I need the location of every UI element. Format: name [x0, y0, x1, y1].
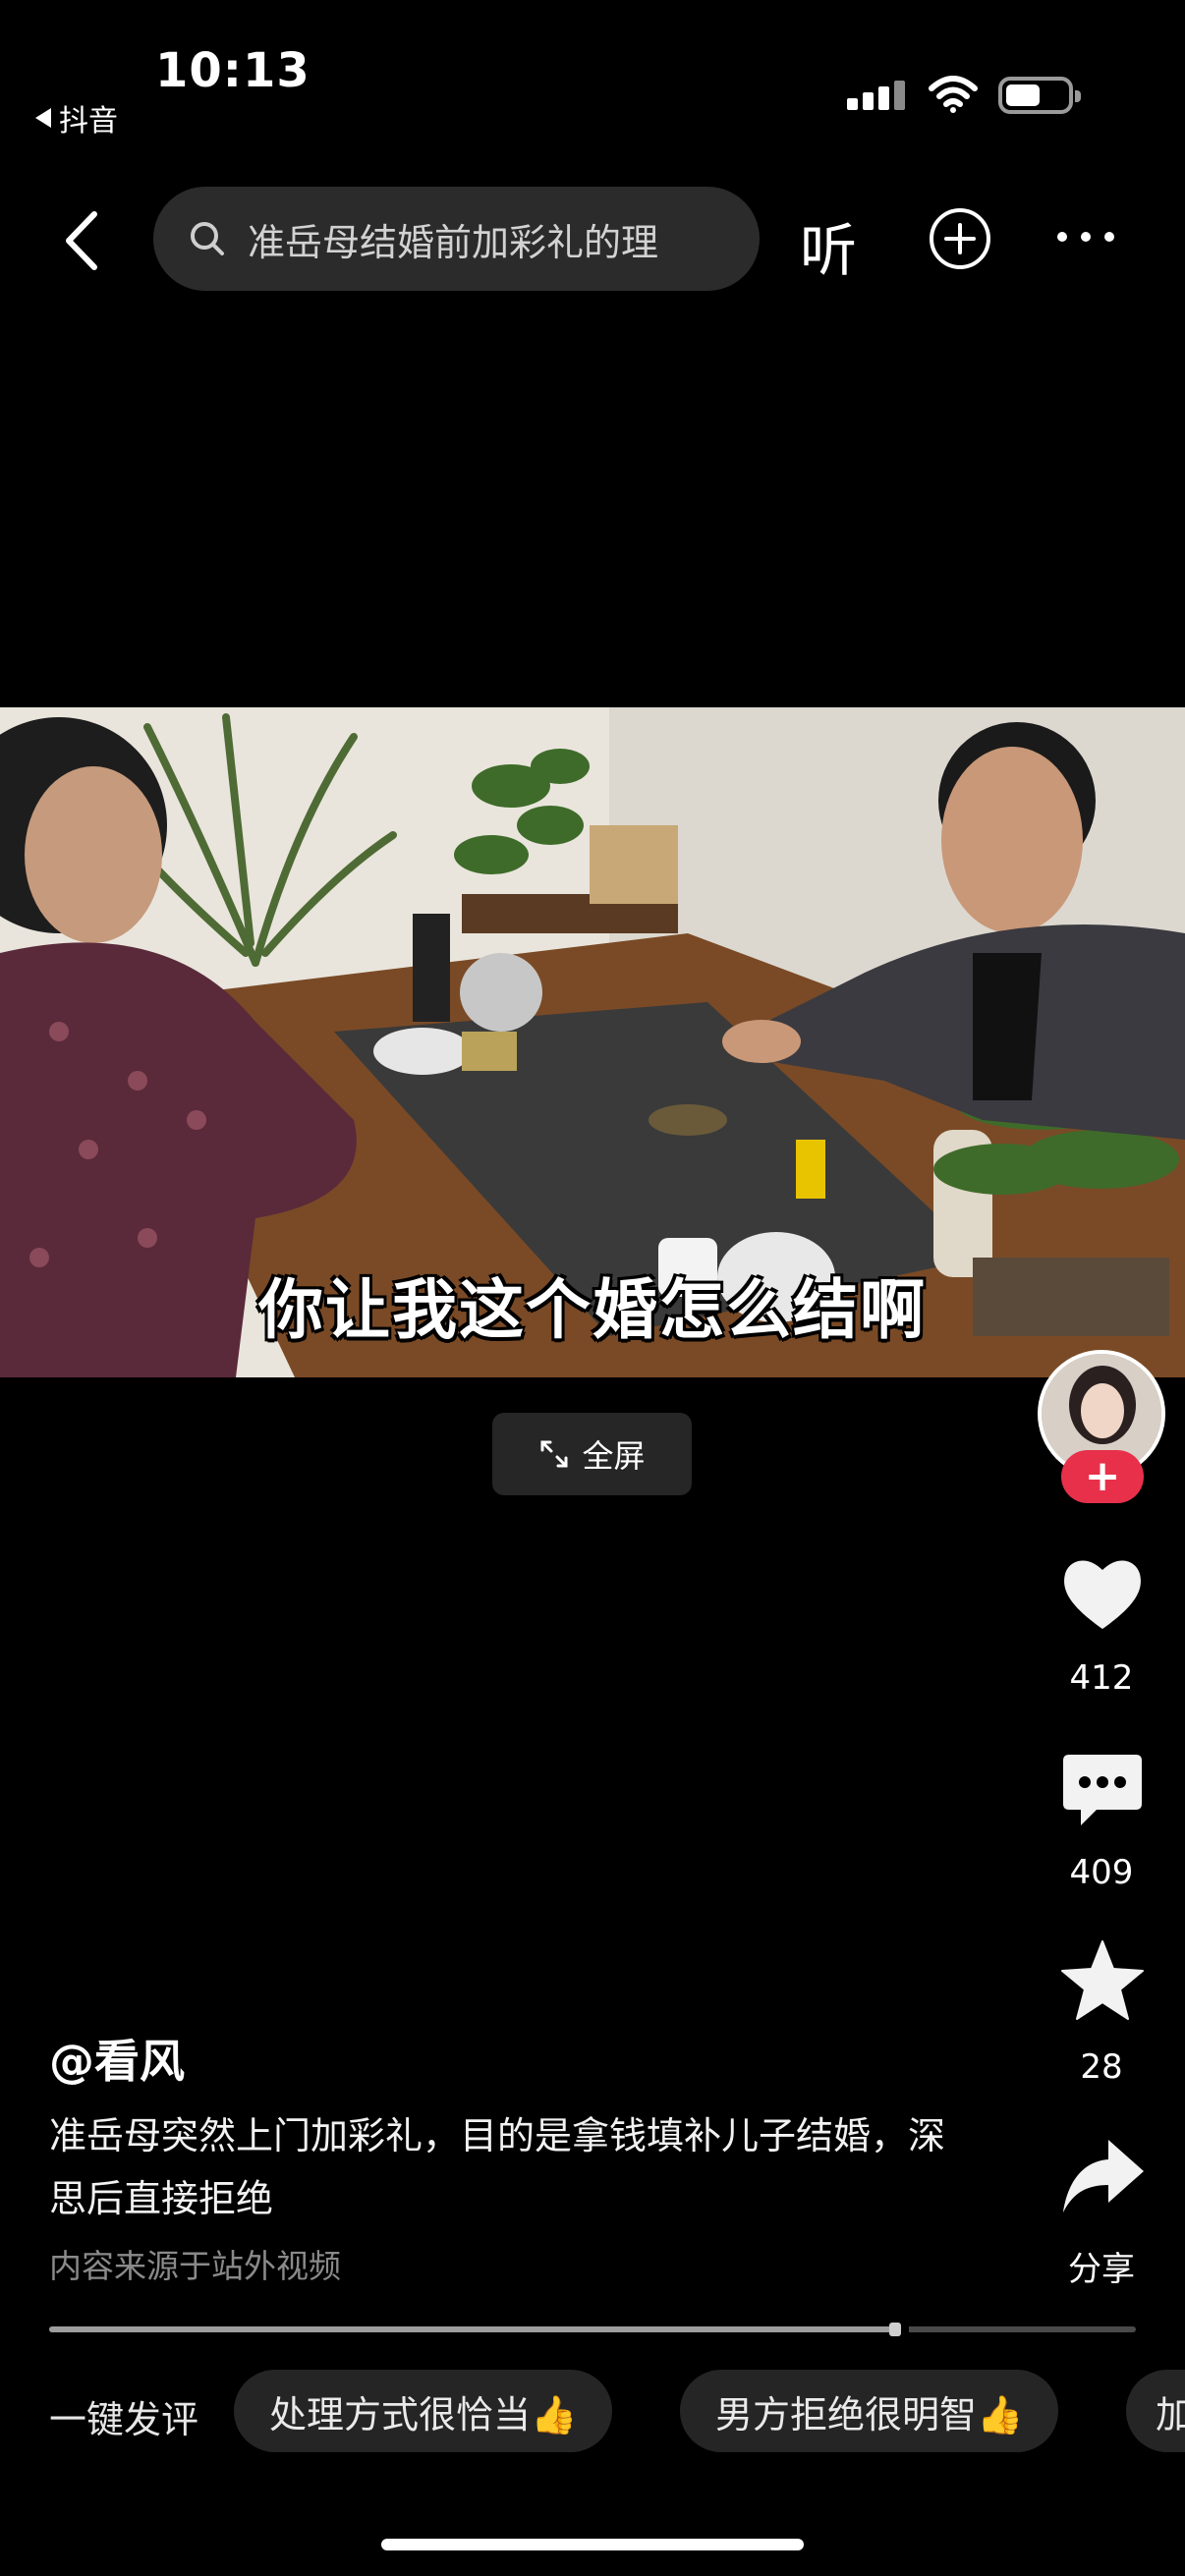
add-circle-icon[interactable] [928, 206, 992, 271]
search-bar[interactable]: 准岳母结婚前加彩礼的理 [153, 187, 760, 291]
search-icon [191, 222, 224, 255]
status-time: 10:13 [155, 43, 310, 98]
listen-button[interactable]: 听 [800, 204, 857, 287]
fullscreen-button[interactable]: 全屏 [492, 1413, 692, 1495]
comment-bubble-icon[interactable] [1059, 1747, 1146, 1833]
battery-icon [998, 77, 1081, 114]
author-name[interactable]: @看风 [49, 2026, 185, 2091]
back-to-app-link[interactable]: 抖音 [35, 96, 118, 140]
progress-handle[interactable] [889, 2323, 901, 2336]
back-chevron-icon[interactable] [57, 206, 106, 275]
like-heart-icon[interactable] [1059, 1550, 1146, 1637]
quick-comment-chip[interactable]: 加 [1126, 2370, 1185, 2452]
search-query-text: 准岳母结婚前加彩礼的理 [248, 220, 659, 264]
video-description: 准岳母突然上门加彩礼，目的是拿钱填补儿子结婚，深思后直接拒绝 [49, 2114, 946, 2220]
home-indicator[interactable] [381, 2539, 804, 2550]
comment-count: 409 [1069, 1853, 1134, 1892]
quick-comment-label: 一键发评 [49, 2398, 199, 2441]
expand-icon [540, 1440, 568, 1468]
back-app-label: 抖音 [59, 104, 118, 139]
source-note: 内容来源于站外视频 [49, 2247, 341, 2285]
favorite-star-icon[interactable] [1059, 1937, 1146, 2024]
wifi-icon [929, 76, 978, 113]
favorite-count: 28 [1080, 2047, 1123, 2087]
back-triangle-icon [35, 108, 51, 128]
like-count: 412 [1069, 1658, 1134, 1698]
follow-plus-button[interactable]: + [1061, 1450, 1144, 1503]
more-options-icon[interactable] [1057, 232, 1114, 242]
share-arrow-icon[interactable] [1059, 2134, 1146, 2220]
quick-comment-chip[interactable]: 处理方式很恰当👍 [234, 2370, 613, 2452]
progress-fill [49, 2326, 897, 2332]
quick-comment-chip[interactable]: 男方拒绝很明智👍 [680, 2370, 1059, 2452]
cellular-signal-icon [847, 81, 905, 110]
fullscreen-label: 全屏 [582, 1437, 646, 1475]
share-label[interactable]: 分享 [1018, 2242, 1185, 2290]
video-subtitle: 你让我这个婚怎么结啊 [258, 1272, 927, 1348]
